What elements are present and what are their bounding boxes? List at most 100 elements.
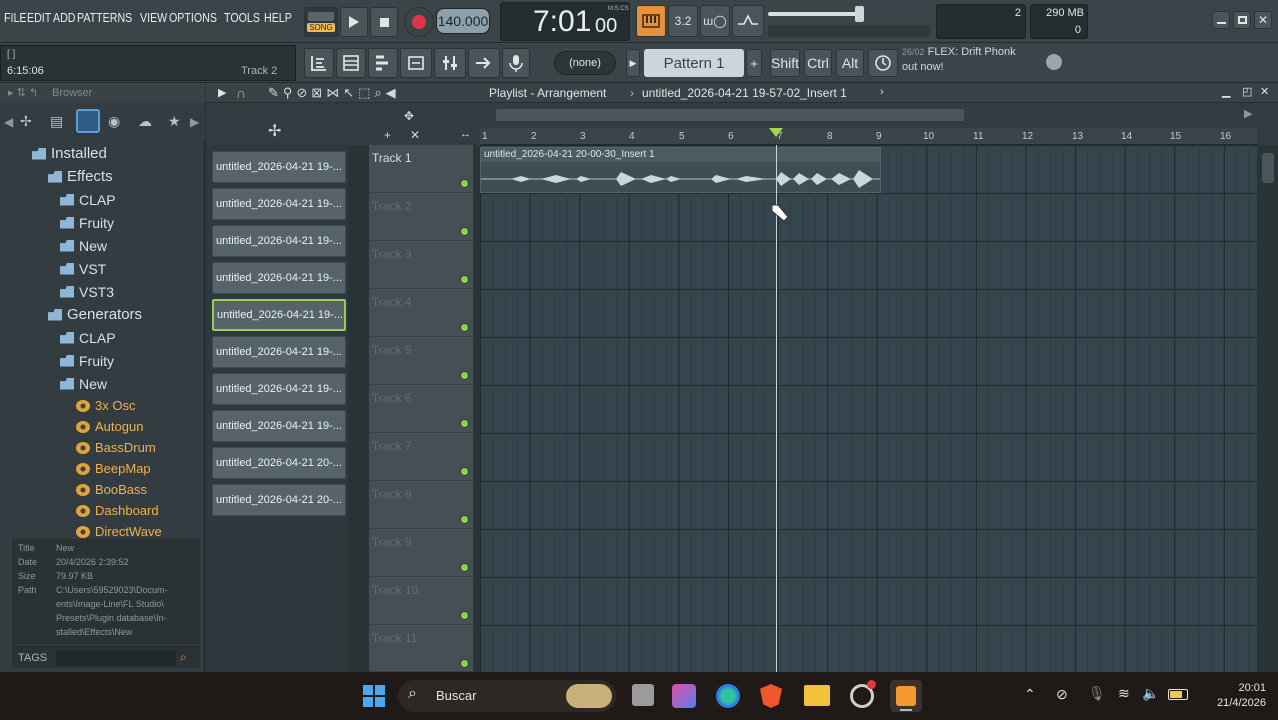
record-button[interactable]	[404, 7, 434, 37]
track-mute-led[interactable]	[460, 179, 469, 188]
maximize-button[interactable]	[1233, 11, 1251, 29]
track-header-8[interactable]: Track 8	[369, 481, 473, 529]
tempo-display[interactable]: 140.000	[436, 8, 490, 34]
track-header-3[interactable]: Track 3	[369, 241, 473, 289]
tree-installed[interactable]: Installed	[32, 143, 107, 164]
plugin-picker-button[interactable]	[434, 48, 466, 78]
tree-effects-fruity[interactable]: Fruity	[60, 212, 114, 233]
menu-edit[interactable]: EDIT	[27, 10, 51, 25]
audio-clip[interactable]: untitled_2026-04-21 20-00-30_Insert 1	[480, 147, 881, 193]
playlist-menu-icon[interactable]: ▶	[218, 86, 226, 99]
audio-record-button[interactable]	[502, 48, 530, 78]
tree-effects-new[interactable]: New	[60, 235, 107, 256]
loop-record-button[interactable]	[732, 5, 764, 37]
pattern-channel-select[interactable]: (none)	[554, 51, 616, 75]
track-mute-led[interactable]	[460, 563, 469, 572]
tree-effects[interactable]: Effects	[48, 166, 113, 187]
add-pattern-button[interactable]: +	[746, 49, 762, 77]
plugin-dashboard[interactable]: Dashboard	[76, 500, 159, 521]
countdown-button[interactable]: ɯ◯	[700, 5, 730, 37]
playhead-marker-icon[interactable]	[769, 128, 783, 137]
plugin-beepmap[interactable]: BeepMap	[76, 458, 151, 479]
menu-patterns[interactable]: PATTERNS	[77, 10, 132, 25]
wifi-icon[interactable]: ≋	[1118, 685, 1130, 702]
pattern-prev-button[interactable]: ▶	[626, 49, 640, 77]
playlist-tools[interactable]: ✎⚲⊘⊠⋈↖⬚⌕◀	[268, 85, 400, 101]
track-mute-led[interactable]	[460, 227, 469, 236]
track-header-10[interactable]: Track 10	[369, 577, 473, 625]
all-icon[interactable]: ✢	[20, 113, 32, 130]
track-mute-led[interactable]	[460, 371, 469, 380]
track-header-2[interactable]: Track 2	[369, 193, 473, 241]
pattern-picker-icon[interactable]: ✢	[268, 121, 281, 141]
playlist-maximize-icon[interactable]: ◰	[1242, 85, 1252, 98]
metronome-button[interactable]	[636, 5, 666, 37]
search-icon[interactable]: ⌕	[180, 650, 187, 665]
tree-generators-clap[interactable]: CLAP	[60, 327, 116, 348]
browser-prev-icon[interactable]: ◀	[4, 115, 13, 129]
plugin-autogun[interactable]: Autogun	[76, 416, 143, 437]
piano-roll-button[interactable]	[368, 48, 398, 78]
online-news-button[interactable]	[868, 49, 898, 77]
windows-start-icon[interactable]	[362, 684, 386, 708]
track-mute-led[interactable]	[460, 611, 469, 620]
add-track-icon[interactable]: +	[384, 128, 391, 142]
pattern-item[interactable]: untitled_2026-04-21 19-...	[212, 262, 346, 294]
browser-next-icon[interactable]: ▶	[190, 115, 199, 129]
ctrl-key-button[interactable]: Ctrl	[804, 49, 832, 77]
fl-studio-taskbar-button[interactable]	[890, 680, 922, 712]
tray-network-off-icon[interactable]: ⊘	[1056, 686, 1068, 703]
track-zoom-icon[interactable]: ✥	[404, 109, 414, 123]
pattern-item[interactable]: untitled_2026-04-21 19-...	[212, 151, 346, 183]
brave-icon[interactable]	[760, 684, 782, 708]
file-explorer-icon[interactable]	[804, 685, 830, 706]
plugin-boobass[interactable]: BooBass	[76, 479, 147, 500]
news-panel[interactable]: 26/02 FLEX: Drift Phonk out now!	[902, 45, 1066, 79]
globe-icon[interactable]	[1046, 54, 1062, 70]
close-button[interactable]: ✕	[1254, 11, 1272, 29]
horizontal-scrollbar[interactable]	[496, 109, 964, 121]
browser-menu-icon[interactable]: ▸ ⇅ ↰	[8, 86, 38, 99]
track-header-6[interactable]: Track 6	[369, 385, 473, 433]
star-icon[interactable]: ★	[168, 113, 181, 130]
stop-button[interactable]	[370, 7, 398, 37]
taskbar-search[interactable]: ⌕ Buscar	[398, 680, 616, 712]
menu-help[interactable]: HELP	[264, 10, 292, 25]
track-header-11[interactable]: Track 11	[369, 625, 473, 672]
shift-key-button[interactable]: Shift	[770, 49, 800, 77]
sounds-icon[interactable]: ◉	[108, 113, 120, 130]
master-volume-slider[interactable]	[768, 12, 864, 16]
wait-for-input-button[interactable]: 3.2	[668, 5, 698, 37]
vertical-scroll-thumb[interactable]	[1262, 153, 1274, 183]
plugin-bassdrum[interactable]: BassDrum	[76, 437, 156, 458]
track-header-1[interactable]: Track 1	[369, 145, 473, 193]
tray-chevron-up-icon[interactable]: ⌃	[1024, 686, 1036, 703]
task-view-icon[interactable]	[632, 684, 654, 706]
pattern-item[interactable]: untitled_2026-04-21 19-...	[212, 373, 346, 405]
playlist-minimize-icon[interactable]: ▁	[1222, 85, 1230, 98]
vertical-scrollbar-track[interactable]	[1258, 145, 1278, 672]
playlist-button[interactable]	[304, 48, 334, 78]
menu-tools[interactable]: TOOLS	[224, 10, 260, 25]
pattern-item[interactable]: untitled_2026-04-21 19-...	[212, 410, 346, 442]
magnet-icon[interactable]: ∩	[236, 85, 246, 101]
plugin-database-tab[interactable]	[76, 109, 100, 133]
battery-icon[interactable]	[1168, 689, 1188, 700]
edge-icon[interactable]	[716, 684, 740, 708]
play-button[interactable]	[340, 7, 368, 37]
cloud-icon[interactable]: ☁	[138, 113, 152, 130]
pattern-item-selected[interactable]: untitled_2026-04-21 19-...	[212, 299, 346, 331]
scroll-right-icon[interactable]: ▶	[1244, 107, 1252, 120]
alt-key-button[interactable]: Alt	[836, 49, 864, 77]
pattern-item[interactable]: untitled_2026-04-21 19-...	[212, 188, 346, 220]
volume-icon[interactable]: 🔈	[1142, 685, 1159, 702]
taskbar-clock[interactable]: 20:01 21/4/2026	[1200, 681, 1266, 711]
tree-effects-vst[interactable]: VST	[60, 258, 106, 279]
playlist-grid[interactable]: untitled_2026-04-21 20-00-30_Insert 1	[480, 145, 1277, 672]
master-volume-handle[interactable]	[855, 6, 864, 22]
track-header-5[interactable]: Track 5	[369, 337, 473, 385]
track-mute-led[interactable]	[460, 515, 469, 524]
pattern-item[interactable]: untitled_2026-04-21 20-...	[212, 484, 346, 516]
menu-view[interactable]: VIEW	[140, 10, 167, 25]
track-mute-led[interactable]	[460, 419, 469, 428]
